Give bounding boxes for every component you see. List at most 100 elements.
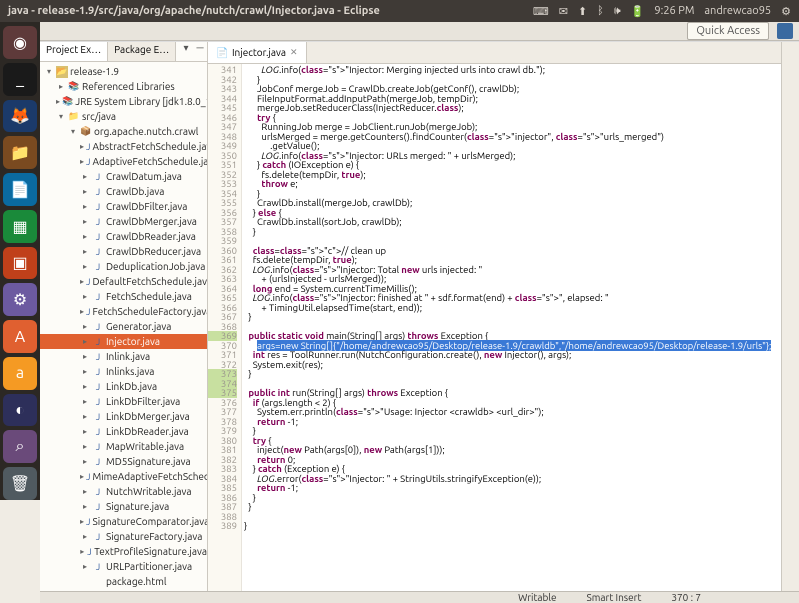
source-text[interactable]: LOG.info(class="s">"Injector: Merging in… — [242, 64, 781, 591]
tab-package-explorer[interactable]: Package E… — [108, 42, 176, 61]
tree-node[interactable]: ▸JCrawlDbReducer.java — [40, 244, 207, 259]
launcher-writer-icon[interactable]: 📄 — [3, 173, 37, 206]
bluetooth-icon[interactable]: ᛒ — [597, 5, 604, 17]
tree-label: package.html — [106, 576, 166, 587]
tree-label: URLPartitioner.java — [106, 561, 192, 572]
tray-icon[interactable]: ⬆ — [578, 5, 587, 18]
tree-node[interactable]: ▸JLinkDbFilter.java — [40, 394, 207, 409]
java-icon: J — [92, 441, 104, 453]
tree-node[interactable]: ▾📁src/java — [40, 109, 207, 124]
gear-icon[interactable]: ⚙ — [781, 5, 791, 18]
java-icon: J — [92, 171, 104, 183]
tree-node[interactable]: ▸JSignatureComparator.java — [40, 514, 207, 529]
tree-node[interactable]: ▸JTextProfileSignature.java — [40, 544, 207, 559]
tree-label: LinkDb.java — [106, 381, 157, 392]
tree-label: CrawlDbFilter.java — [106, 201, 187, 212]
tree-node[interactable]: ▸JURLPartitioner.java — [40, 559, 207, 574]
eclipse-window: Quick Access Project Ex… Package E… ▾ ─ … — [40, 22, 799, 500]
close-tab-icon[interactable]: ✕ — [290, 47, 298, 58]
user-menu[interactable]: andrewcao95 — [704, 5, 771, 17]
tree-node[interactable]: ▸JCrawlDbMerger.java — [40, 214, 207, 229]
tree-label: CrawlDbMerger.java — [106, 216, 197, 227]
minimize-view-icon[interactable]: ─ — [193, 42, 207, 61]
launcher-impress-icon[interactable]: ▣ — [3, 247, 37, 280]
launcher-eclipse-icon[interactable]: ◐ — [3, 394, 37, 427]
launcher-software-icon[interactable]: A — [3, 320, 37, 353]
editor-tab-injector[interactable]: 📄 Injector.java ✕ — [208, 42, 307, 63]
tree-node[interactable]: ▸JLinkDbReader.java — [40, 424, 207, 439]
tree-node[interactable]: ▸📚JRE System Library [jdk1.8.0_161] — [40, 94, 207, 109]
java-icon: J — [92, 246, 104, 258]
tree-node[interactable]: ▸📚Referenced Libraries — [40, 79, 207, 94]
tree-node[interactable]: ▸JInlink.java — [40, 349, 207, 364]
tree-node[interactable]: ▸JLinkDb.java — [40, 379, 207, 394]
launcher-amazon-icon[interactable]: a — [3, 357, 37, 390]
java-icon: J — [92, 351, 104, 363]
launcher-terminal-icon[interactable]: _ — [3, 63, 37, 96]
tree-node[interactable]: ▸JGenerator.java — [40, 319, 207, 334]
launcher-help-icon[interactable]: ⌕ — [3, 430, 37, 463]
eclipse-toolbar: Quick Access — [40, 22, 799, 41]
launcher-firefox-icon[interactable]: 🦊 — [3, 100, 37, 133]
status-writable: Writable — [518, 592, 556, 603]
folder-icon: 📁 — [68, 111, 80, 123]
code-area[interactable]: 3413423433443453463473483493503513523533… — [208, 64, 781, 591]
tree-label: Inlinks.java — [106, 366, 154, 377]
tree-node[interactable]: ▸JDefaultFetchSchedule.java — [40, 274, 207, 289]
java-icon: J — [92, 366, 104, 378]
tree-node[interactable]: ▸JSignatureFactory.java — [40, 529, 207, 544]
tree-node[interactable]: ▸JFetchSchedule.java — [40, 289, 207, 304]
tab-project-explorer[interactable]: Project Ex… — [40, 42, 108, 61]
tree-node[interactable]: ▾📂release-1.9 — [40, 64, 207, 79]
tree-node[interactable]: ▸JMapWritable.java — [40, 439, 207, 454]
launcher-files-icon[interactable]: 📁 — [3, 136, 37, 169]
view-menu-icon[interactable]: ▾ — [179, 42, 193, 61]
tree-node[interactable]: ▸JSignature.java — [40, 499, 207, 514]
java-icon: J — [86, 141, 90, 153]
java-icon: J — [86, 276, 90, 288]
volume-icon[interactable]: 🕪 — [614, 5, 621, 18]
tree-label: CrawlDatum.java — [106, 171, 182, 182]
launcher-calc-icon[interactable]: ▦ — [3, 210, 37, 243]
tree-node[interactable]: ▸JNutchWritable.java — [40, 484, 207, 499]
quick-access-field[interactable]: Quick Access — [687, 22, 769, 40]
tree-label: TextProfileSignature.java — [94, 546, 207, 557]
launcher-ubuntu-icon[interactable]: ◉ — [3, 26, 37, 59]
tree-label: FetchScheduleFactory.java — [92, 306, 207, 317]
unity-launcher: ◉ _ 🦊 📁 📄 ▦ ▣ ⚙ A a ◐ ⌕ 🗑 — [0, 22, 40, 500]
tree-node[interactable]: ▸JCrawlDbReader.java — [40, 229, 207, 244]
tree-node[interactable]: ▸JCrawlDbFilter.java — [40, 199, 207, 214]
tree-node[interactable]: ▸JFetchScheduleFactory.java — [40, 304, 207, 319]
lib-icon: 📚 — [62, 96, 73, 108]
tree-label: LinkDbMerger.java — [106, 411, 190, 422]
tree-node[interactable]: ▸JMD5Signature.java — [40, 454, 207, 469]
perspective-java-icon[interactable] — [777, 23, 793, 39]
java-icon: J — [92, 291, 104, 303]
tree-label: MD5Signature.java — [106, 456, 191, 467]
tree-node[interactable]: ▸JInjector.java — [40, 334, 207, 349]
tree-node[interactable]: ▸JInlinks.java — [40, 364, 207, 379]
tree-node[interactable]: ▸JCrawlDatum.java — [40, 169, 207, 184]
tree-node[interactable]: ▸JMimeAdaptiveFetchSchedule.java — [40, 469, 207, 484]
tree-label: NutchWritable.java — [106, 486, 192, 497]
launcher-settings-icon[interactable]: ⚙ — [3, 283, 37, 316]
launcher-trash-icon[interactable]: 🗑 — [3, 467, 37, 500]
battery-icon[interactable]: 🔋 — [631, 5, 645, 18]
tree-node[interactable]: package.html — [40, 574, 207, 589]
tree-node[interactable]: ▸JAdaptiveFetchSchedule.java — [40, 154, 207, 169]
java-icon: J — [92, 531, 104, 543]
tray-icon[interactable]: ✉ — [559, 5, 568, 18]
tray-icon[interactable]: ⌨ — [533, 5, 549, 18]
tree-label: DefaultFetchSchedule.java — [92, 276, 207, 287]
java-icon: J — [92, 396, 104, 408]
tree-node[interactable]: ▸JCrawlDb.java — [40, 184, 207, 199]
project-tree[interactable]: ▾📂release-1.9▸📚Referenced Libraries▸📚JRE… — [40, 62, 207, 591]
java-icon: J — [92, 381, 104, 393]
clock[interactable]: 9:26 PM — [654, 5, 694, 17]
tree-node[interactable]: ▾📦org.apache.nutch.crawl — [40, 124, 207, 139]
tree-node[interactable]: ▸JLinkDbMerger.java — [40, 409, 207, 424]
tree-node[interactable]: ▸JAbstractFetchSchedule.java — [40, 139, 207, 154]
tree-label: org.apache.nutch.crawl — [94, 126, 198, 137]
tree-node[interactable]: ▸JDeduplicationJob.java — [40, 259, 207, 274]
tree-label: Injector.java — [106, 336, 160, 347]
